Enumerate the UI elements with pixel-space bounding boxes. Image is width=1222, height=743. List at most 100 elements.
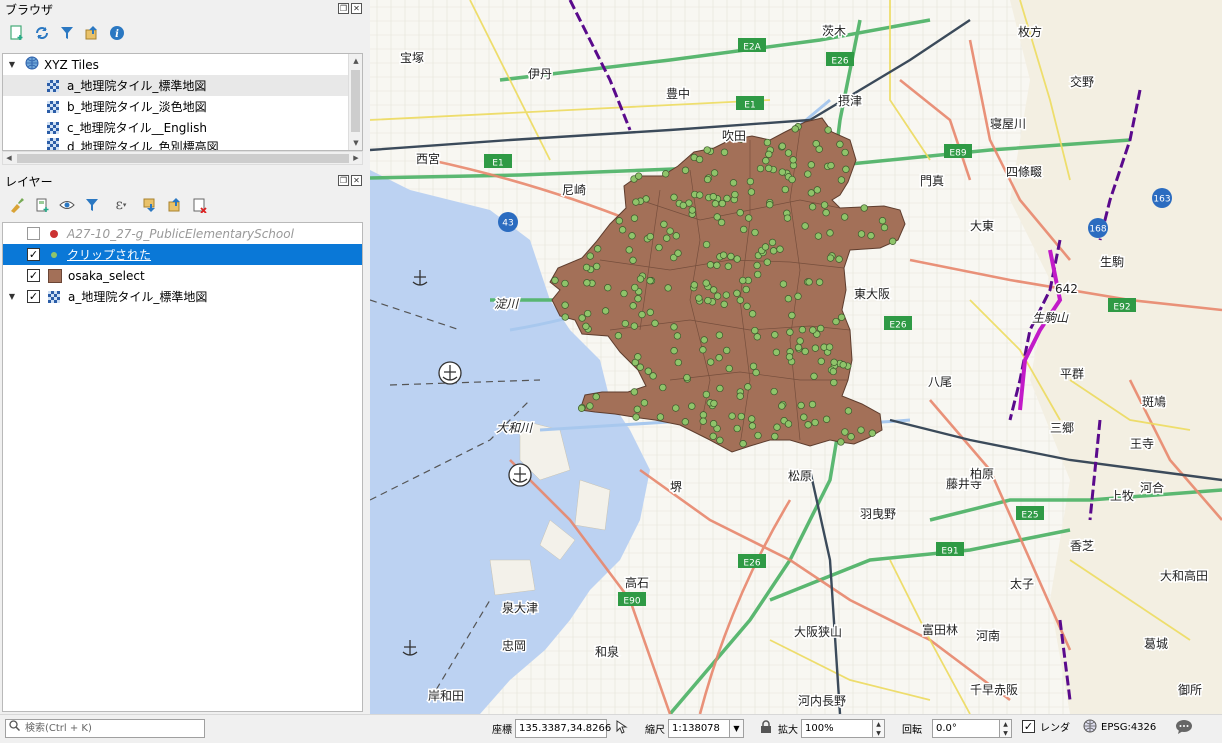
- layer-checkbox[interactable]: ✓: [27, 269, 40, 282]
- school-point: [844, 407, 853, 415]
- browser-item-d[interactable]: d_地理院タイル_色別標高図: [3, 138, 362, 150]
- browser-vertical-scrollbar[interactable]: ▲ ▼: [348, 54, 362, 150]
- render-checkbox[interactable]: ✓: [1022, 720, 1035, 733]
- rotation-spinner[interactable]: ▲ ▼: [1000, 719, 1012, 738]
- school-point: [778, 402, 786, 410]
- scroll-down-icon[interactable]: ▼: [349, 136, 362, 150]
- map-canvas[interactable]: 茨木 枚方 宝塚 伊丹 豊中 交野 摂津 吹田 寝屋川 西宮 四條畷 門真 尼崎 大東 生駒 東大阪 淀川 生駒山…: [370, 0, 1222, 714]
- browser-item-c[interactable]: c_地理院タイル__English: [3, 117, 362, 138]
- layer-checkbox[interactable]: ✓: [27, 248, 40, 261]
- expressway-shield-icon: E25: [1016, 506, 1044, 521]
- school-point: [634, 353, 642, 361]
- map-place-label: 平群: [1060, 367, 1084, 381]
- school-point: [601, 307, 610, 315]
- filter-icon[interactable]: [56, 22, 78, 44]
- tree-root-xyz-tiles[interactable]: ▼ XYZ Tiles: [3, 54, 362, 75]
- scroll-right-icon[interactable]: ▶: [350, 152, 362, 164]
- style-icon[interactable]: [6, 194, 28, 216]
- rotation-label: 回転: [902, 725, 922, 736]
- scroll-up-icon[interactable]: ▲: [349, 54, 362, 68]
- float-panel-icon[interactable]: ❐: [338, 3, 349, 14]
- school-point: [772, 348, 781, 356]
- school-point: [811, 418, 819, 427]
- browser-item-b[interactable]: b_地理院タイル_淡色地図: [3, 96, 362, 117]
- school-point: [719, 251, 728, 259]
- school-point: [713, 213, 721, 221]
- expressway-shield-icon: E26: [884, 316, 912, 331]
- school-point: [756, 164, 765, 173]
- search-placeholder: 検索(Ctrl + K): [25, 723, 92, 734]
- school-point: [743, 302, 751, 310]
- school-point: [808, 400, 817, 409]
- layer-checkbox[interactable]: ✓: [27, 290, 40, 303]
- remove-icon[interactable]: [189, 194, 211, 216]
- expression-icon[interactable]: ε ▾: [106, 194, 136, 216]
- scroll-thumb[interactable]: [17, 154, 349, 163]
- crs-globe-icon[interactable]: [1083, 719, 1097, 736]
- school-point: [670, 193, 678, 201]
- lock-icon[interactable]: [760, 720, 772, 737]
- coordinate-label: 座標: [492, 725, 512, 736]
- school-point: [578, 314, 586, 322]
- point-symbol-icon: [51, 251, 57, 258]
- scale-combo[interactable]: 1:138078: [668, 719, 730, 738]
- school-point: [618, 226, 627, 234]
- school-point: [722, 291, 730, 299]
- messages-icon[interactable]: [1175, 719, 1193, 738]
- magnifier-spinner[interactable]: ▲ ▼: [873, 719, 885, 738]
- school-point: [739, 276, 747, 285]
- collapse-icon[interactable]: [164, 194, 186, 216]
- school-point: [740, 225, 748, 234]
- school-point: [688, 402, 696, 410]
- expand-arrow-icon[interactable]: ▼: [7, 292, 17, 301]
- route-shield-icon: 43: [498, 212, 518, 232]
- school-point: [674, 249, 682, 257]
- school-point: [868, 429, 876, 437]
- close-panel-icon[interactable]: ✕: [351, 3, 362, 14]
- scroll-left-icon[interactable]: ◀: [3, 152, 15, 164]
- mouse-coordinate-icon[interactable]: [613, 719, 629, 738]
- add-group-icon[interactable]: [31, 194, 53, 216]
- school-point: [784, 149, 793, 157]
- layer-row-osaka-select[interactable]: ✓ osaka_select: [3, 265, 362, 286]
- school-point: [837, 176, 846, 184]
- school-point: [630, 214, 639, 222]
- layer-row-clipped[interactable]: ✓ クリップされた: [3, 244, 362, 265]
- scroll-thumb[interactable]: [351, 70, 360, 132]
- school-point: [586, 402, 594, 410]
- chevron-down-icon[interactable]: ▼: [730, 719, 744, 738]
- magnifier-field[interactable]: 100%: [801, 719, 873, 738]
- browser-horizontal-scrollbar[interactable]: ◀ ▶: [2, 151, 363, 165]
- layer-checkbox[interactable]: [27, 227, 40, 240]
- map-place-label: 生駒山: [1032, 311, 1069, 325]
- school-point: [663, 234, 671, 242]
- school-point: [835, 255, 843, 263]
- collapse-all-icon[interactable]: [81, 22, 103, 44]
- layer-row-schools[interactable]: A27-10_27-g_PublicElementarySchool: [3, 223, 362, 244]
- school-point: [713, 292, 722, 300]
- refresh-icon[interactable]: [31, 22, 53, 44]
- route-shield-icon: 163: [1152, 188, 1172, 208]
- locator-search-input[interactable]: 検索(Ctrl + K): [5, 719, 205, 738]
- school-point: [720, 300, 728, 308]
- info-icon[interactable]: i: [106, 22, 128, 44]
- rotation-field[interactable]: 0.0°: [932, 719, 1000, 738]
- browser-item-label: b_地理院タイル_淡色地図: [67, 100, 207, 114]
- school-point: [638, 310, 646, 319]
- map-svg[interactable]: 茨木 枚方宝塚伊丹豊中 交野摂津吹田 寝屋川西宮四條畷門真尼崎大東生駒東大阪淀川生駒山…: [370, 0, 1222, 714]
- coordinate-field[interactable]: 135.3387,34.8266: [515, 719, 611, 738]
- school-point: [630, 322, 638, 330]
- float-panel-icon[interactable]: ❐: [338, 175, 349, 186]
- eye-icon[interactable]: [56, 194, 78, 216]
- filter-icon[interactable]: [81, 194, 103, 216]
- expand-icon[interactable]: [139, 194, 161, 216]
- school-point: [716, 384, 724, 393]
- expand-arrow-icon[interactable]: ▼: [7, 60, 17, 69]
- close-panel-icon[interactable]: ✕: [351, 175, 362, 186]
- layer-row-basemap[interactable]: ▼ ✓ a_地理院タイル_標準地図: [3, 286, 362, 307]
- browser-item-a[interactable]: a_地理院タイル_標準地図: [3, 75, 362, 96]
- add-layer-icon[interactable]: [6, 22, 28, 44]
- svg-text:E1: E1: [744, 101, 755, 111]
- school-point: [798, 326, 807, 334]
- crs-button[interactable]: EPSG:4326: [1101, 722, 1156, 733]
